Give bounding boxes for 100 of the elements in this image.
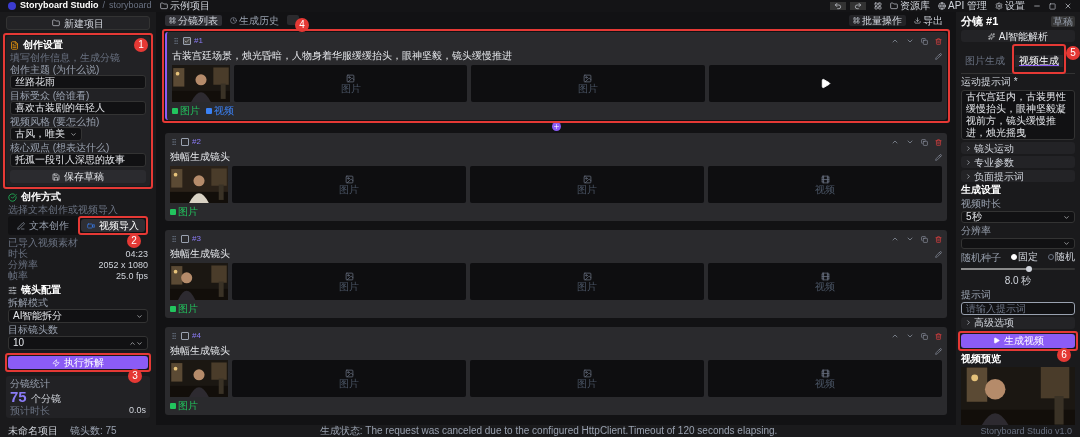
move-up-icon[interactable]: [891, 332, 899, 340]
field-label: 创作主题 (为什么说): [10, 64, 101, 75]
chevron-right-icon: [965, 319, 972, 327]
toolbar-button[interactable]: 导出: [910, 14, 947, 26]
check-circle-icon: [8, 192, 17, 202]
redo-button[interactable]: [850, 2, 867, 10]
maximize-icon[interactable]: [1049, 2, 1056, 10]
slot-label: 视频: [815, 377, 835, 389]
move-down-icon[interactable]: [906, 332, 914, 340]
generate-video-button[interactable]: 生成视频: [961, 333, 1075, 348]
layout-icon[interactable]: [874, 2, 883, 10]
ai-analyze-button[interactable]: AI智能解析: [961, 30, 1075, 42]
panel-title: 分镜 #1: [961, 15, 999, 28]
text-area[interactable]: 喜欢古装剧的年轻人: [10, 101, 146, 115]
sliders-icon: [8, 285, 17, 295]
drag-handle-icon[interactable]: [170, 235, 178, 243]
scene-card[interactable]: #1 古装宫廷场景，烛光昏暗，人物身着华服缓缓抬头，眼神坚毅，镜头缓慢推进 图片 图片 图片 视频: [165, 32, 947, 120]
new-project-button[interactable]: 新建项目: [6, 16, 150, 30]
slot-label: 图片: [577, 280, 597, 292]
undo-button[interactable]: [830, 2, 847, 10]
delete-icon[interactable]: [935, 235, 942, 243]
copy-icon[interactable]: [921, 235, 928, 243]
delete-icon[interactable]: [935, 332, 942, 340]
add-scene-button[interactable]: [551, 122, 561, 131]
titlebar-button[interactable]: 设置: [995, 0, 1025, 12]
move-down-icon[interactable]: [906, 138, 914, 146]
move-up-icon[interactable]: [891, 235, 899, 243]
slider-track[interactable]: [961, 268, 1075, 271]
prompt-text-area[interactable]: 古代宫廷内，古装男性缓慢抬头，眼神坚毅凝视前方，镜头缓慢推进，烛光摇曳: [961, 90, 1075, 140]
scene-card[interactable]: #3 独幅生成镜头 图片 图片 视频 图片: [165, 230, 947, 318]
edit-icon[interactable]: [935, 347, 942, 355]
scene-number: #3: [192, 233, 201, 245]
status-badge: 草稿: [1051, 16, 1075, 27]
scene-card[interactable]: #4 独幅生成镜头 图片 图片 视频 图片: [165, 327, 947, 415]
collapsible-section[interactable]: 镜头运动: [961, 142, 1075, 154]
copy-icon[interactable]: [921, 37, 928, 45]
titlebar-button[interactable]: API 管理: [938, 0, 987, 12]
clock-icon: [230, 16, 237, 24]
increment-icon[interactable]: [129, 339, 136, 347]
text-area[interactable]: 丝路花雨: [10, 75, 146, 89]
delete-icon[interactable]: [935, 138, 942, 146]
pen-icon: [17, 221, 25, 230]
split-mode-select[interactable]: AI智能拆分: [8, 309, 148, 323]
text-area[interactable]: 托孤一段引人深思的故事: [10, 153, 146, 167]
field-label: 目标受众 (给谁看): [10, 90, 91, 101]
scene-description: 独幅生成镜头: [170, 151, 231, 163]
edit-icon[interactable]: [935, 153, 942, 161]
edit-icon[interactable]: [935, 250, 942, 258]
scene-card[interactable]: #2 独幅生成镜头 图片 图片 视频 图片: [165, 133, 947, 221]
move-up-icon[interactable]: [891, 37, 899, 45]
move-up-icon[interactable]: [891, 138, 899, 146]
view-tab[interactable]: 分镜列表: [165, 14, 222, 26]
slider-thumb[interactable]: [1026, 266, 1033, 273]
move-down-icon[interactable]: [906, 37, 914, 45]
collapsible-section[interactable]: 专业参数: [961, 156, 1075, 168]
download-icon: [914, 16, 921, 24]
toolbar-button[interactable]: 批量操作: [849, 14, 906, 26]
slot-label: 视频: [815, 280, 835, 292]
scene-checkbox[interactable]: [181, 332, 189, 340]
edit-icon[interactable]: [935, 52, 942, 60]
run-split-button[interactable]: 执行拆解: [8, 356, 148, 369]
generation-tab[interactable]: 视频生成: [1015, 55, 1063, 67]
image-icon: [583, 73, 593, 83]
delete-icon[interactable]: [935, 37, 942, 45]
view-tab[interactable]: 生成历史: [226, 14, 283, 26]
close-icon[interactable]: [1064, 2, 1072, 10]
collapsible-section[interactable]: 负面提示词: [961, 170, 1075, 182]
copy-icon[interactable]: [921, 138, 928, 146]
prompt-input[interactable]: 请输入提示词: [961, 301, 1075, 315]
style-select[interactable]: 古风，唯美: [10, 127, 82, 141]
minimize-icon[interactable]: [1033, 2, 1041, 10]
drag-handle-icon[interactable]: [170, 332, 178, 340]
section-title: 生成设置: [961, 184, 1002, 196]
scene-checkbox[interactable]: [181, 138, 189, 146]
field-label: 核心观点 (想表达什么): [10, 142, 111, 153]
drag-handle-icon[interactable]: [170, 138, 178, 146]
scene-checkbox[interactable]: [181, 235, 189, 243]
check-icon: [184, 38, 190, 44]
seed-radio[interactable]: 随机: [1048, 251, 1075, 264]
shot-count-input[interactable]: 10: [8, 336, 148, 350]
collapsible-section[interactable]: 高级选项: [961, 316, 1075, 329]
field-label: 目标镜头数: [8, 324, 59, 335]
drag-handle-icon[interactable]: [172, 37, 180, 45]
seed-radio[interactable]: 固定: [1011, 251, 1038, 264]
duration-select[interactable]: 5秒: [961, 211, 1075, 223]
titlebar-button[interactable]: 资源库: [890, 0, 931, 12]
mode-tab[interactable]: 视频导入: [81, 219, 145, 232]
save-draft-button[interactable]: 保存草稿: [10, 170, 146, 183]
shot-count-status: 镜头数: 75: [70, 425, 117, 437]
scene-description: 独幅生成镜头: [170, 248, 231, 260]
image-icon: [344, 368, 354, 378]
status-tag: 图片: [178, 400, 198, 412]
decrement-icon[interactable]: [136, 339, 143, 347]
play-icon[interactable]: [819, 78, 831, 89]
undo-icon: [834, 2, 843, 10]
move-down-icon[interactable]: [906, 235, 914, 243]
scene-checkbox[interactable]: [183, 37, 191, 45]
grid-icon: [169, 16, 176, 24]
copy-icon[interactable]: [921, 332, 928, 340]
stats-label: 预计时长: [10, 405, 50, 416]
